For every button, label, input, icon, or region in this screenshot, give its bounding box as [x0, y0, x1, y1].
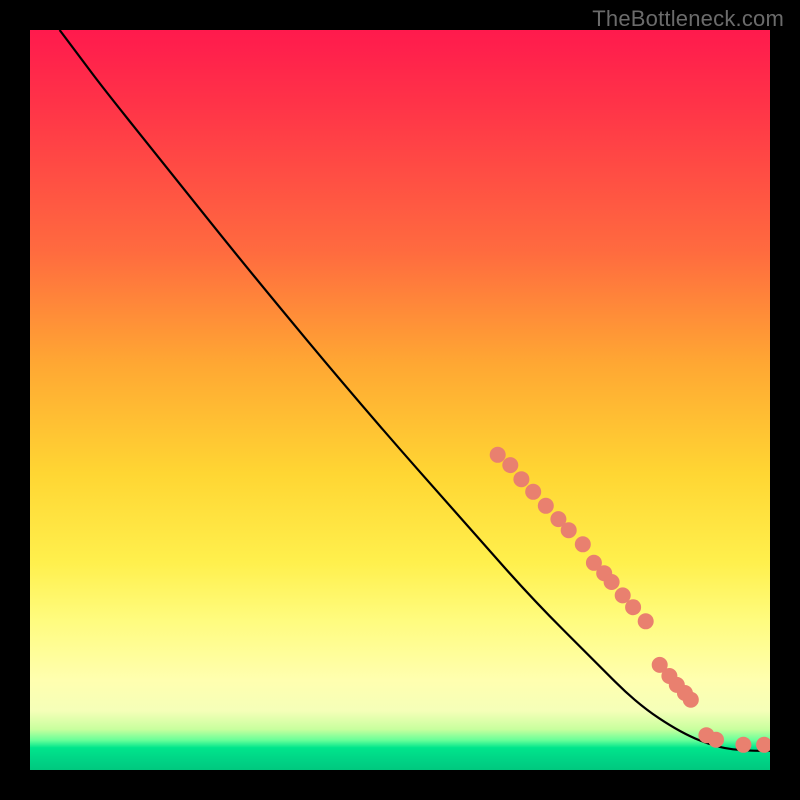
data-marker — [708, 732, 724, 748]
plot-area — [30, 30, 770, 770]
data-marker — [490, 447, 506, 463]
chart-overlay — [30, 30, 770, 770]
data-marker — [561, 522, 577, 538]
data-marker — [502, 457, 518, 473]
data-marker — [575, 536, 591, 552]
data-marker — [525, 484, 541, 500]
watermark-text: TheBottleneck.com — [592, 6, 784, 32]
bottleneck-curve — [60, 30, 770, 751]
data-marker — [625, 599, 641, 615]
data-marker — [683, 692, 699, 708]
data-marker — [735, 737, 751, 753]
data-marker — [513, 471, 529, 487]
data-marker — [604, 574, 620, 590]
chart-frame: TheBottleneck.com — [0, 0, 800, 800]
data-marker — [538, 498, 554, 514]
marker-group — [490, 447, 770, 753]
data-marker — [638, 613, 654, 629]
